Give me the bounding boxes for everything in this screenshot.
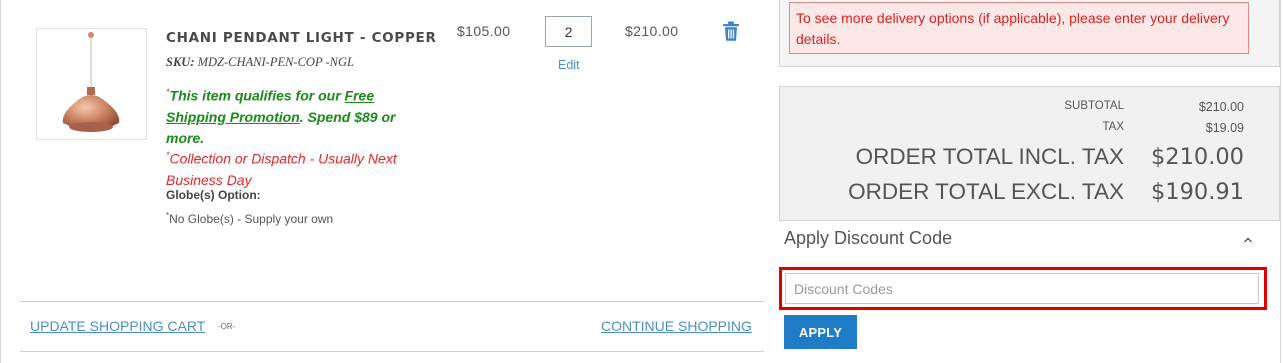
subtotal-label: SUBTOTAL [1064, 100, 1124, 112]
line-subtotal: $210.00 [625, 23, 679, 39]
tax-value: $19.09 [1205, 121, 1244, 135]
trash-icon[interactable] [722, 21, 740, 41]
product-name[interactable]: CHANI PENDANT LIGHT - COPPER [166, 30, 437, 46]
dispatch-text: Collection or Dispatch - Usually Next Bu… [166, 150, 397, 188]
product-sku: SKU: MDZ-CHANI-PEN-COP -NGL [166, 55, 354, 70]
sku-label: SKU: [166, 55, 195, 69]
order-total-excl-value: $190.91 [1150, 179, 1244, 205]
order-total-incl-label: ORDER TOTAL INCL. TAX [855, 144, 1124, 169]
promo-prefix: This item qualifies for our [169, 87, 345, 104]
order-total-incl-value: $210.00 [1150, 144, 1244, 170]
cart-left-border [0, 0, 1, 363]
subtotal-value: $210.00 [1198, 100, 1244, 114]
dispatch-note: *Collection or Dispatch - Usually Next B… [166, 145, 426, 191]
quantity-input[interactable] [545, 16, 592, 47]
free-shipping-promo: *This item qualifies for our Free Shippi… [166, 82, 416, 149]
discount-code-input[interactable] [785, 273, 1259, 304]
option-label: Globe(s) Option: [166, 188, 261, 202]
delivery-options-message: To see more delivery options (if applica… [789, 2, 1249, 54]
tax-label: TAX [1102, 121, 1124, 133]
edit-item-link[interactable]: Edit [558, 58, 580, 72]
cart-divider-bottom [20, 351, 764, 352]
product-image[interactable] [36, 28, 147, 140]
or-separator: -OR- [218, 322, 236, 331]
option-value-text: No Globe(s) - Supply your own [169, 212, 334, 226]
continue-shopping-link[interactable]: CONTINUE SHOPPING [601, 318, 752, 334]
order-totals-panel: SUBTOTAL $210.00 TAX $19.09 ORDER TOTAL … [779, 86, 1280, 221]
unit-price: $105.00 [457, 23, 511, 39]
apply-discount-button[interactable]: APPLY [784, 315, 857, 349]
apply-discount-toggle[interactable]: Apply Discount Code [784, 228, 952, 249]
option-value: *No Globe(s) - Supply your own [166, 211, 333, 226]
right-panel-border [1280, 0, 1281, 363]
pendant-lamp-image [62, 32, 120, 132]
update-shopping-cart-link[interactable]: UPDATE SHOPPING CART [30, 318, 205, 334]
sku-value: MDZ-CHANI-PEN-COP -NGL [197, 55, 354, 69]
chevron-up-icon[interactable] [1242, 233, 1254, 245]
order-total-excl-label: ORDER TOTAL EXCL. TAX [848, 179, 1124, 204]
cart-divider-top [20, 301, 764, 302]
